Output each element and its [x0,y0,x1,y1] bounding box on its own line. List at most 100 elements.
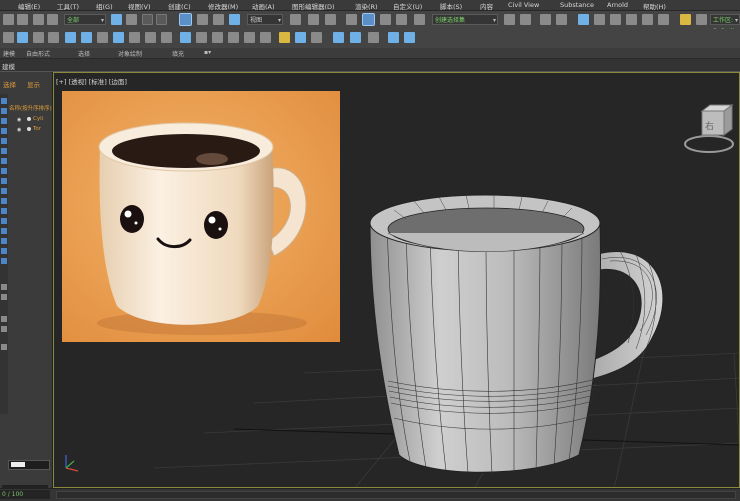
camera-icon[interactable] [33,32,44,43]
edit-named-selection-icon[interactable] [414,14,425,25]
motion-icon[interactable] [196,32,207,43]
ribbon-tab-modeling[interactable]: 建模 [3,49,15,58]
cameras-icon[interactable] [113,32,124,43]
menu-substance[interactable]: Substance [560,1,594,9]
filter-shapes-icon[interactable] [1,108,7,114]
menu-content[interactable]: 内容 [480,1,493,11]
menu-customize[interactable]: 自定义(U) [393,1,422,11]
reference-coord-dropdown[interactable]: 视图 [247,14,283,26]
menu-scripting[interactable]: 脚本(S) [440,1,462,11]
ribbon-tab-freeform[interactable]: 自由形式 [26,49,50,58]
helper-icon[interactable] [48,32,59,43]
snap-vertex-icon[interactable] [350,32,361,43]
align-icon[interactable] [520,14,531,25]
systems-icon[interactable] [161,32,172,43]
keyboard-shortcut-icon[interactable] [325,14,336,25]
ribbon-tab-object-paint[interactable]: 对象绘制 [118,49,142,58]
filter-geometry-icon[interactable] [1,98,7,104]
filter-xrefs-icon[interactable] [1,168,7,174]
select-manipulate-icon[interactable] [308,14,319,25]
explorer-option-b-icon[interactable] [1,294,7,300]
filter-helpers-icon[interactable] [1,138,7,144]
shapes-icon[interactable] [81,32,92,43]
render-setup-icon[interactable] [626,14,637,25]
select-by-name-icon[interactable] [126,14,137,25]
mirror-icon[interactable] [504,14,515,25]
explorer-option-d-icon[interactable] [1,326,7,332]
hierarchy-icon[interactable] [180,32,191,43]
filter-containers-icon[interactable] [1,188,7,194]
scale-icon[interactable] [213,14,224,25]
tab-display[interactable]: 显示 [27,79,40,89]
menu-rendering[interactable]: 渲染(R) [355,1,378,11]
filter-extra-icon[interactable] [1,258,7,264]
geometry-icon[interactable] [65,32,76,43]
filter-frozen-icon[interactable] [1,198,7,204]
explorer-scrollbar[interactable] [8,460,50,470]
menu-help[interactable]: 帮助(H) [643,1,666,11]
menu-create[interactable]: 创建(C) [168,1,191,11]
display-icon[interactable] [212,32,223,43]
filter-invert-icon[interactable] [1,238,7,244]
ribbon-options-icon[interactable]: ▪▾ [204,49,211,56]
menu-edit[interactable]: 编辑(E) [18,1,40,11]
menu-modifiers[interactable]: 修改器(M) [208,1,238,11]
space-warps-icon[interactable] [145,32,156,43]
ribbon-tab-selection[interactable]: 选择 [78,49,90,58]
time-slider-readout[interactable]: 0 / 100 [0,490,50,499]
filter-groups-icon[interactable] [1,158,7,164]
menu-animation[interactable]: 动画(A) [252,1,275,11]
rendered-frame-icon[interactable] [642,14,653,25]
utilities-icon[interactable] [228,32,239,43]
rotate-icon[interactable] [197,14,208,25]
filter-cameras-icon[interactable] [1,128,7,134]
snap-edge-icon[interactable] [368,32,379,43]
window-crossing-icon[interactable] [156,14,167,25]
project-icon[interactable] [696,14,707,25]
helpers-icon[interactable] [129,32,140,43]
menu-civil-view[interactable]: Civil View [508,1,539,9]
perspective-viewport[interactable]: [+] [透视] [标准] [边面] 右 [53,72,740,488]
filter-all-icon[interactable] [1,218,7,224]
pivot-center-icon[interactable] [290,14,301,25]
explorer-option-e-icon[interactable] [1,344,7,350]
schematic-view-icon[interactable] [594,14,605,25]
snap-face-icon[interactable] [388,32,399,43]
create-panel-icon[interactable] [3,32,14,43]
menu-tools[interactable]: 工具(T) [57,1,79,11]
folder-icon[interactable] [680,14,691,25]
tab-select[interactable]: 选择 [3,79,16,89]
help-icon[interactable] [260,32,271,43]
undo-icon[interactable] [3,14,14,25]
column-header-name[interactable]: 名称(按升序排序) [9,104,52,112]
list-item[interactable]: ◉ Tor [17,126,52,134]
select-object-icon[interactable] [111,14,122,25]
time-slider-track[interactable] [56,491,736,499]
visibility-icon[interactable]: ◉ [17,117,21,123]
filter-bones-icon[interactable] [1,178,7,184]
transform-gizmo-icon[interactable] [333,32,344,43]
ribbon-tab-populate[interactable]: 填充 [172,49,184,58]
spinner-snap-icon[interactable] [396,14,407,25]
rect-selection-icon[interactable] [142,14,153,25]
menu-graph-editors[interactable]: 图形编辑器(D) [292,1,335,11]
workspace-dropdown[interactable]: 工作区: Default [710,14,740,35]
redo-icon[interactable] [17,14,28,25]
explorer-option-c-icon[interactable] [1,316,7,322]
layer-explorer-icon[interactable] [540,14,551,25]
container-icon[interactable] [295,32,306,43]
xref-icon[interactable] [311,32,322,43]
move-icon[interactable] [179,13,192,26]
unlink-icon[interactable] [47,14,58,25]
list-item[interactable]: ◉ Cyli [17,116,52,124]
snap-toggle-icon[interactable] [346,14,357,25]
curve-editor-icon[interactable] [578,14,589,25]
scrollbar-thumb[interactable] [11,462,25,467]
material-editor-icon[interactable] [610,14,621,25]
snap-pivot-icon[interactable] [404,32,415,43]
filter-warps-icon[interactable] [1,148,7,154]
light-icon[interactable] [17,32,28,43]
menu-arnold[interactable]: Arnold [607,1,628,9]
viewport-label[interactable]: [+] [透视] [标准] [边面] [56,76,127,86]
render-production-icon[interactable] [658,14,669,25]
